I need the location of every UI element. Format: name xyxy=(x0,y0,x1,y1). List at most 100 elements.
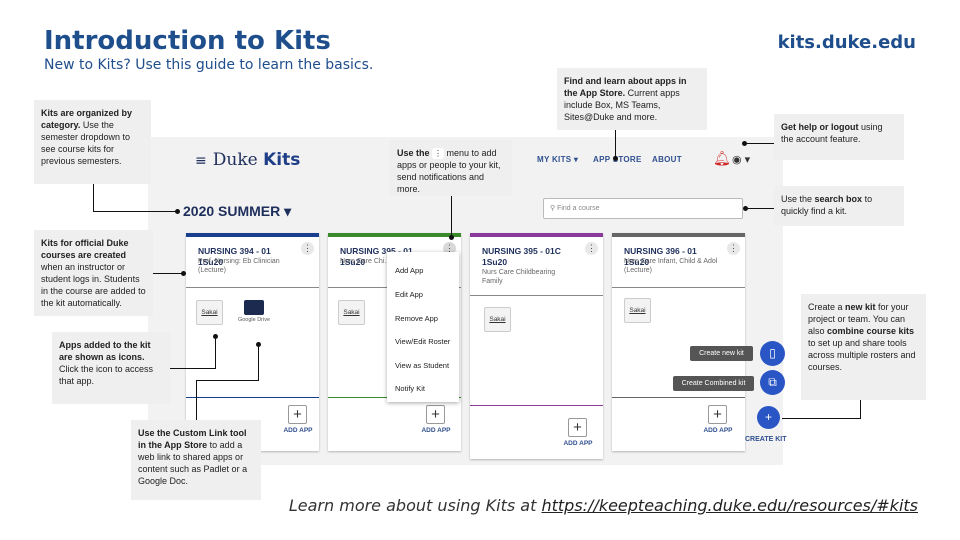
callout-app-store: Find and learn about apps in the App Sto… xyxy=(557,68,707,130)
callout-text-bold: new kit xyxy=(845,302,876,312)
menu-item-notify[interactable]: Notify Kit xyxy=(395,384,425,393)
nav-about[interactable]: ABOUT xyxy=(652,155,682,164)
sakai-app-icon[interactable]: Sakai xyxy=(484,307,511,332)
connector-line xyxy=(196,380,258,381)
card-subtitle: Prof. Nursing: Eb Clinician (Lecture) xyxy=(198,258,280,274)
connector-line xyxy=(782,418,861,419)
sakai-app-icon[interactable]: Sakai xyxy=(338,300,365,325)
callout-text-bold: Use the xyxy=(397,148,433,158)
connector-dot xyxy=(449,235,454,240)
folder-icon xyxy=(244,300,264,315)
add-app-button[interactable]: + xyxy=(708,405,727,424)
callout-text: when an instructor or student logs in. S… xyxy=(41,262,146,308)
notification-bell-icon[interactable]: 🔔︎ xyxy=(713,150,731,167)
combined-kit-icon[interactable]: ⧉ xyxy=(760,370,785,395)
create-kit-button[interactable]: + xyxy=(757,406,780,429)
app-logo[interactable]: ≡ Duke Kits xyxy=(195,150,300,170)
menu-item-add-app[interactable]: Add App xyxy=(395,266,423,275)
nav-my-kits[interactable]: MY KITS ▾ xyxy=(537,155,578,164)
card-title: NURSING 395 - 01C 1Su20 xyxy=(482,246,561,267)
footer-text: Learn more about using Kits at https://k… xyxy=(289,496,918,515)
card-divider xyxy=(470,295,603,296)
callout-text-bold: Kits for official Duke courses are creat… xyxy=(41,238,129,260)
connector-line xyxy=(258,344,259,381)
callout-menu: Use the ⋮ menu to add apps or people to … xyxy=(390,140,512,196)
kebab-menu-icon: ⋮ xyxy=(432,148,445,159)
add-app-button[interactable]: + xyxy=(426,405,445,424)
callout-custom-link: Use the Custom Link tool in the App Stor… xyxy=(131,420,261,500)
add-app-button[interactable]: + xyxy=(568,418,587,437)
callout-text-bold: Get help or logout xyxy=(781,122,859,132)
course-card[interactable]: NURSING 395 - 01C 1Su20 Nurs Care Childb… xyxy=(470,233,603,459)
connector-dot xyxy=(742,141,747,146)
add-app-label: ADD APP xyxy=(703,427,733,434)
create-kit-label: CREATE KIT xyxy=(745,436,787,443)
callout-create-kit: Create a new kit for your project or tea… xyxy=(801,294,926,400)
sakai-app-icon[interactable]: Sakai xyxy=(196,300,223,325)
logo-duke: Duke xyxy=(212,150,258,170)
site-url: kits.duke.edu xyxy=(777,32,916,53)
kebab-menu-icon[interactable]: ⋮ xyxy=(727,242,740,255)
connector-dot xyxy=(743,206,748,211)
kebab-menu-icon[interactable]: ⋮ xyxy=(585,242,598,255)
connector-line xyxy=(451,196,452,236)
callout-text: Use the xyxy=(781,194,815,204)
card-footer-line xyxy=(186,397,319,398)
semester-dropdown[interactable]: 2020 SUMMER ▾ xyxy=(183,203,291,220)
callout-category: Kits are organized by category. Use the … xyxy=(34,100,151,184)
connector-line xyxy=(860,400,861,419)
footer-label: Learn more about using Kits at xyxy=(288,496,542,515)
connector-line xyxy=(615,130,616,158)
card-footer-line xyxy=(470,405,603,406)
card-divider xyxy=(186,287,319,288)
connector-line xyxy=(196,380,197,420)
menu-item-edit-app[interactable]: Edit App xyxy=(395,290,423,299)
hamburger-icon[interactable]: ≡ xyxy=(195,153,207,169)
connector-line xyxy=(93,184,94,212)
page-title: Introduction to Kits xyxy=(44,26,331,56)
connector-line xyxy=(93,211,177,212)
card-subtitle: Nurs Care Infant, Child & Adol (Lecture) xyxy=(624,258,718,274)
course-card[interactable]: NURSING 396 - 01 1Su20 Nurs Care Infant,… xyxy=(612,233,745,451)
search-placeholder: Find a course xyxy=(557,205,600,212)
menu-item-remove-app[interactable]: Remove App xyxy=(395,314,438,323)
connector-dot xyxy=(213,334,218,339)
search-input[interactable]: ⚲ Find a course xyxy=(543,198,743,219)
sakai-app-icon[interactable]: Sakai xyxy=(624,298,651,323)
create-new-kit-label[interactable]: Create new kit xyxy=(690,346,753,361)
add-app-label: ADD APP xyxy=(563,440,593,447)
create-combined-kit-label[interactable]: Create Combined kit xyxy=(673,376,754,391)
connector-line xyxy=(215,336,216,369)
callout-search: Use the search box to quickly find a kit… xyxy=(774,186,904,226)
menu-item-view-student[interactable]: View as Student xyxy=(395,361,449,370)
callout-help: Get help or logout using the account fea… xyxy=(774,114,904,160)
kit-options-menu: Add App Edit App Remove App View/Edit Ro… xyxy=(387,252,459,402)
course-card[interactable]: NURSING 394 - 01 1Su20 Prof. Nursing: Eb… xyxy=(186,233,319,451)
add-app-button[interactable]: + xyxy=(288,405,307,424)
card-subtitle: Nurs Care Childbearing Family xyxy=(482,269,556,285)
new-kit-icon[interactable]: ▯ xyxy=(760,341,785,366)
add-app-label: ADD APP xyxy=(421,427,451,434)
logo-kits: Kits xyxy=(263,150,301,170)
kebab-menu-icon[interactable]: ⋮ xyxy=(301,242,314,255)
account-menu-icon[interactable]: ◉ ▾ xyxy=(732,153,750,166)
menu-item-roster[interactable]: View/Edit Roster xyxy=(395,337,450,346)
footer-link[interactable]: https://keepteaching.duke.edu/resources/… xyxy=(541,496,918,515)
connector-line xyxy=(153,273,183,274)
add-app-label: ADD APP xyxy=(283,427,313,434)
callout-text-bold: search box xyxy=(814,194,863,204)
connector-dot xyxy=(175,209,180,214)
app-label: Google Drive xyxy=(237,317,271,323)
connector-dot xyxy=(181,271,186,276)
callout-text: Click the icon to access that app. xyxy=(59,364,154,386)
callout-text: Create a xyxy=(808,302,846,312)
connector-line xyxy=(746,208,774,209)
card-footer-line xyxy=(612,397,745,398)
callout-text-bold: combine course kits xyxy=(827,326,915,336)
callout-icons: Apps added to the kit are shown as icons… xyxy=(52,332,170,404)
callout-official: Kits for official Duke courses are creat… xyxy=(34,230,153,316)
card-divider xyxy=(612,287,745,288)
google-drive-app[interactable]: Google Drive xyxy=(237,298,271,324)
page-subtitle: New to Kits? Use this guide to learn the… xyxy=(44,57,374,73)
connector-line xyxy=(745,143,774,144)
